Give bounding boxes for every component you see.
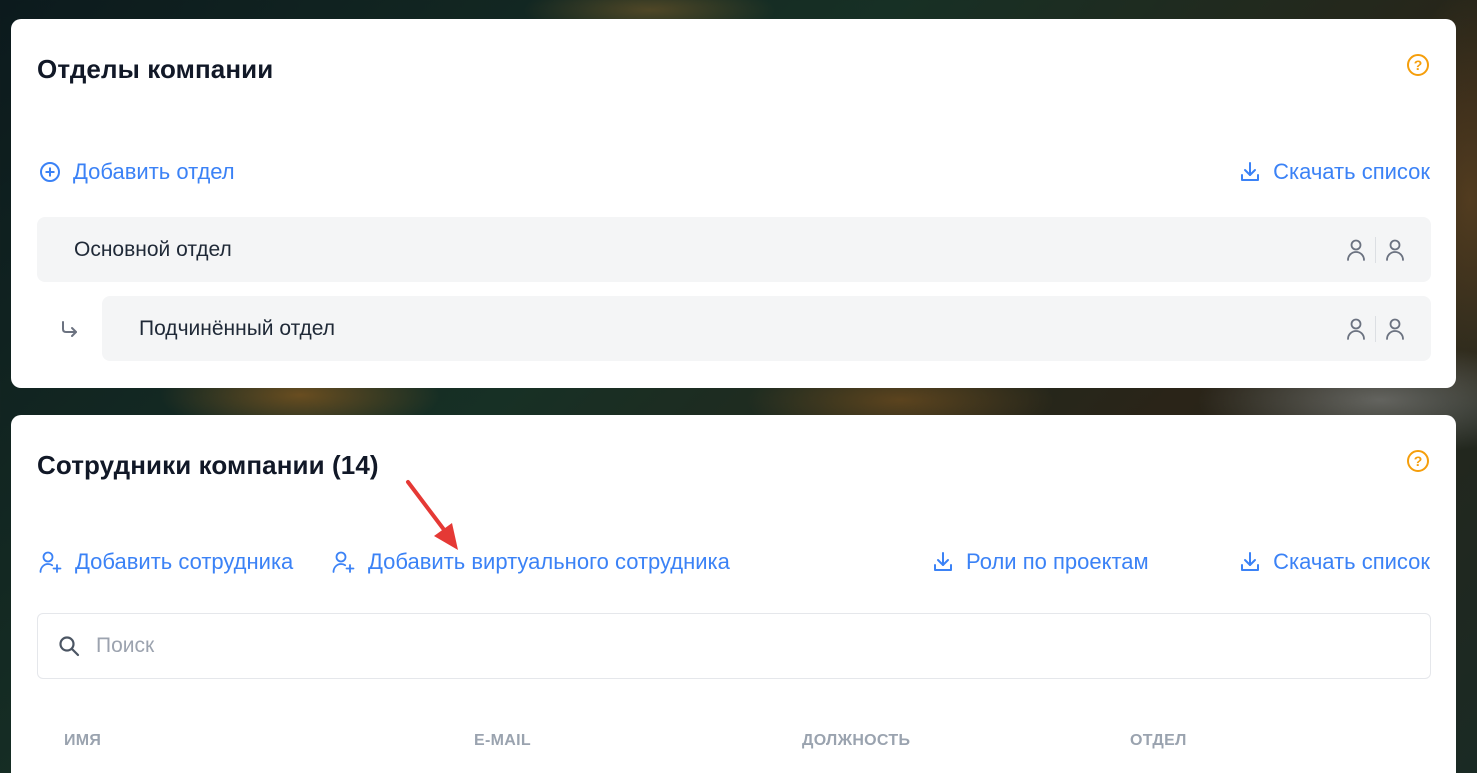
department-row-main[interactable]: Основной отдел (37, 217, 1431, 282)
department-people (1346, 315, 1405, 342)
departments-card: Отделы компании ? Добавить отдел Скачать… (11, 19, 1456, 388)
column-header-position[interactable]: ДОЛЖНОСТЬ (802, 732, 910, 750)
employees-title: Сотрудники компании (14) (37, 450, 379, 480)
department-name: Подчинённый отдел (139, 316, 335, 340)
column-header-email[interactable]: E-MAIL (474, 732, 531, 750)
search-field[interactable] (37, 613, 1431, 679)
project-roles-button[interactable]: Роли по проектам (932, 549, 1149, 575)
download-departments-button[interactable]: Скачать список (1239, 159, 1430, 185)
column-header-department[interactable]: ОТДЕЛ (1130, 732, 1187, 750)
add-virtual-employee-label: Добавить виртуального сотрудника (368, 549, 730, 574)
add-department-label: Добавить отдел (73, 159, 235, 184)
download-icon (934, 552, 952, 571)
head-user-icon[interactable] (1346, 238, 1366, 262)
plus-circle-icon (40, 162, 60, 182)
departments-title: Отделы компании (37, 54, 274, 84)
user-plus-icon (39, 551, 62, 573)
help-icon[interactable]: ? (1407, 54, 1429, 76)
download-icon (1241, 552, 1260, 571)
subordinate-arrow-icon (62, 321, 77, 337)
add-employee-label: Добавить сотрудника (75, 549, 294, 574)
add-virtual-employee-button[interactable]: Добавить виртуального сотрудника (332, 549, 730, 575)
user-plus-icon (332, 551, 355, 573)
project-roles-label: Роли по проектам (966, 549, 1149, 574)
department-row-sub[interactable]: Подчинённый отдел (102, 296, 1431, 361)
department-name: Основной отдел (74, 237, 232, 261)
head-user-icon[interactable] (1346, 317, 1366, 341)
help-icon[interactable]: ? (1407, 450, 1429, 472)
download-employees-label: Скачать список (1273, 549, 1430, 574)
column-header-name[interactable]: ИМЯ (64, 732, 101, 750)
search-input[interactable] (96, 634, 1296, 658)
download-employees-button[interactable]: Скачать список (1239, 549, 1430, 575)
members-user-icon[interactable] (1385, 317, 1405, 341)
add-employee-button[interactable]: Добавить сотрудника (39, 549, 293, 575)
department-people (1346, 236, 1405, 263)
search-icon (59, 636, 80, 657)
members-user-icon[interactable] (1385, 238, 1405, 262)
download-icon (1241, 162, 1260, 181)
employees-card: Сотрудники компании (14) ? Добавить сотр… (11, 415, 1456, 773)
download-departments-label: Скачать список (1273, 159, 1430, 184)
add-department-button[interactable]: Добавить отдел (39, 159, 235, 185)
